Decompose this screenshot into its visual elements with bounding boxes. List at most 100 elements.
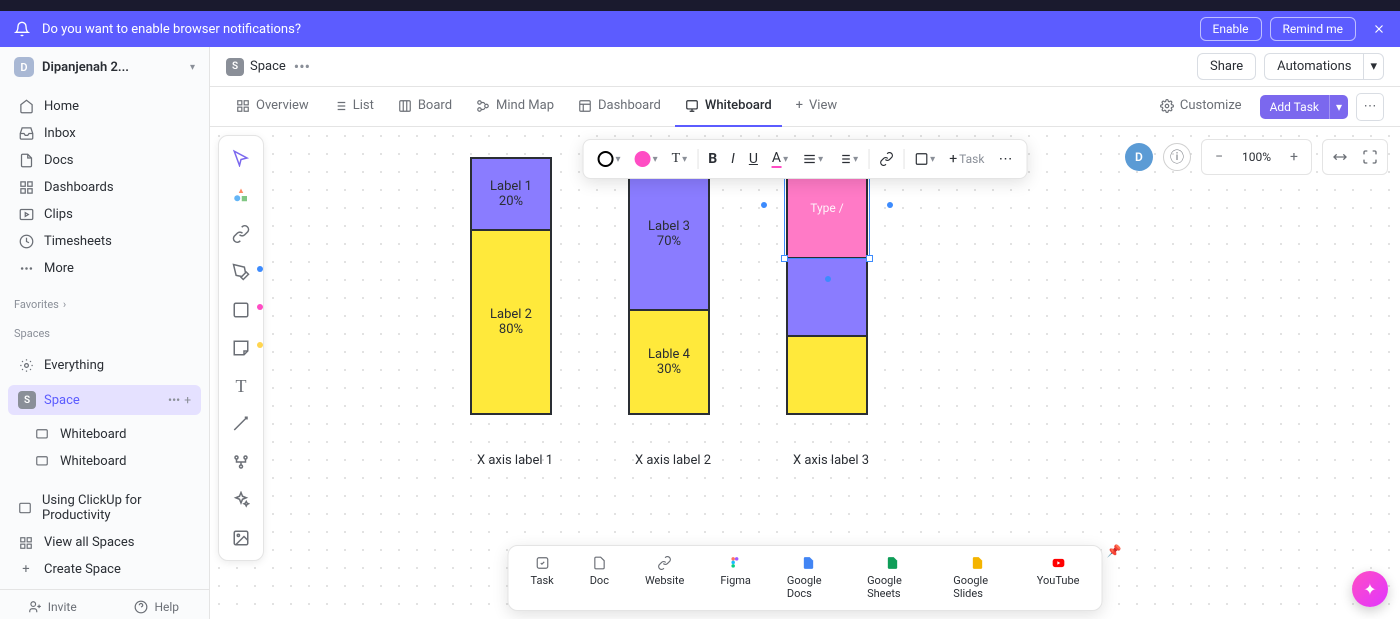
insert-label: Google Sheets (867, 574, 917, 600)
pin-icon[interactable]: 📌 (1107, 544, 1122, 558)
insert-task[interactable]: Task (513, 552, 572, 604)
sidebar-item-more[interactable]: More (8, 255, 201, 282)
bold-button[interactable]: B (702, 147, 723, 171)
tab-dashboard[interactable]: Dashboard (568, 87, 671, 127)
sidebar-item-dashboards[interactable]: Dashboards (8, 174, 201, 201)
segment-label: Lable 4 (648, 347, 690, 362)
ai-fab[interactable]: ✦ (1352, 571, 1388, 607)
frame-picker[interactable]: ▾ (908, 148, 941, 170)
breadcrumb-space[interactable]: S Space (226, 58, 286, 76)
tab-board[interactable]: Board (388, 87, 462, 127)
image-tool[interactable] (225, 522, 257, 554)
insert-doc[interactable]: Doc (572, 552, 627, 604)
chart-segment[interactable] (788, 337, 866, 413)
rectangle-tool[interactable] (225, 294, 257, 326)
pointer-tool[interactable] (225, 142, 257, 174)
invite-label: Invite (48, 600, 77, 614)
close-icon[interactable] (1372, 22, 1386, 36)
chart-segment[interactable] (788, 259, 866, 337)
sidebar-item-using-clickup[interactable]: Using ClickUp for Productivity (8, 487, 201, 529)
sidebar-item-create-space[interactable]: +Create Space (8, 556, 201, 583)
sticky-tool[interactable] (225, 332, 257, 364)
add-task-inline[interactable]: +Task (943, 147, 990, 171)
insert-googleslides[interactable]: Google Slides (935, 552, 1018, 604)
text-tool[interactable]: T (225, 370, 257, 402)
sidebar-item-view-all-spaces[interactable]: View all Spaces (8, 529, 201, 556)
chart-segment[interactable]: Label 1 20% (472, 159, 550, 231)
chart-bar-2[interactable]: Label 3 70% Lable 4 30% (628, 157, 710, 415)
whiteboard-canvas[interactable]: T ▾ ▾ T▾ B I U A▾ ▾ ▾ ▾ + (210, 127, 1400, 619)
favorites-section[interactable]: Favorites› (0, 288, 209, 317)
view-tabs: Overview List Board Mind Map Dashboard W… (210, 87, 1400, 127)
align-picker[interactable]: ▾ (796, 148, 829, 170)
insert-googledocs[interactable]: Google Docs (769, 552, 849, 604)
border-color-picker[interactable]: ▾ (592, 147, 627, 171)
line-tool[interactable] (225, 408, 257, 440)
workspace-switcher[interactable]: D Dipanjenah 2... ▾ (0, 47, 209, 87)
timesheets-icon (18, 234, 34, 249)
text-color-picker[interactable]: A▾ (766, 146, 794, 172)
automations-dropdown[interactable]: ▾ (1363, 53, 1384, 80)
chart-segment[interactable]: Label 2 80% (472, 231, 550, 413)
fill-color-picker[interactable]: ▾ (629, 147, 664, 171)
add-view-button[interactable]: +View (786, 87, 848, 127)
relations-tool[interactable] (225, 446, 257, 478)
docs-icon (18, 153, 34, 168)
insert-googlesheets[interactable]: Google Sheets (849, 552, 935, 604)
sidebar-item-docs[interactable]: Docs (8, 147, 201, 174)
enable-button[interactable]: Enable (1200, 17, 1262, 41)
tab-label: List (353, 98, 374, 113)
sidebar-item-timesheets[interactable]: Timesheets (8, 228, 201, 255)
plus-icon[interactable]: + (184, 393, 191, 407)
spaces-section: Spaces (0, 317, 209, 346)
insert-label: Figma (720, 574, 751, 587)
sidebar-item-home[interactable]: Home (8, 93, 201, 120)
text-style-picker[interactable]: T▾ (666, 147, 694, 171)
fit-width-button[interactable] (1327, 144, 1353, 170)
more-icon (18, 261, 34, 276)
chevron-down-icon: ▾ (190, 62, 195, 73)
italic-button[interactable]: I (725, 147, 741, 171)
link-button[interactable] (873, 148, 899, 170)
help-label: Help (154, 600, 179, 614)
more-icon[interactable]: ••• (168, 393, 180, 407)
fullscreen-button[interactable] (1357, 144, 1383, 170)
sidebar-item-everything[interactable]: Everything (8, 352, 201, 379)
insert-youtube[interactable]: YouTube (1019, 552, 1098, 604)
underline-button[interactable]: U (743, 147, 764, 171)
tab-whiteboard[interactable]: Whiteboard (675, 87, 782, 127)
chart-segment[interactable]: Lable 4 30% (630, 311, 708, 413)
chart-segment[interactable]: Label 3 70% (630, 159, 708, 311)
insert-figma[interactable]: Figma (702, 552, 769, 604)
remind-button[interactable]: Remind me (1270, 17, 1356, 41)
automations-button[interactable]: Automations (1264, 53, 1363, 80)
more-options-button[interactable]: ⋯ (1356, 93, 1384, 121)
zoom-out-button[interactable]: − (1206, 144, 1232, 170)
x-axis-label: X axis label 3 (776, 453, 886, 468)
share-button[interactable]: Share (1197, 53, 1256, 80)
sidebar-item-whiteboard-2[interactable]: Whiteboard (24, 448, 201, 475)
sidebar-item-space[interactable]: S Space •••+ (8, 385, 201, 415)
sidebar-item-clips[interactable]: Clips (8, 201, 201, 228)
pen-tool[interactable] (225, 256, 257, 288)
more-format-button[interactable]: ⋯ (992, 147, 1018, 171)
sidebar-item-whiteboard-1[interactable]: Whiteboard (24, 421, 201, 448)
add-task-dropdown[interactable]: ▾ (1329, 95, 1348, 119)
list-picker[interactable]: ▾ (831, 148, 864, 170)
more-icon[interactable]: ••• (294, 57, 310, 76)
sidebar-item-inbox[interactable]: Inbox (8, 120, 201, 147)
connector-tool[interactable] (225, 218, 257, 250)
avatar[interactable]: D (1125, 143, 1153, 171)
customize-button[interactable]: Customize (1150, 87, 1252, 127)
tab-overview[interactable]: Overview (226, 87, 319, 127)
tab-mindmap[interactable]: Mind Map (466, 87, 564, 127)
add-task-button[interactable]: Add Task (1260, 95, 1329, 119)
info-icon[interactable]: ⓘ (1163, 143, 1191, 171)
ai-tool[interactable] (225, 484, 257, 516)
chart-bar-1[interactable]: Label 1 20% Label 2 80% (470, 157, 552, 415)
zoom-in-button[interactable]: + (1281, 144, 1307, 170)
insert-website[interactable]: Website (627, 552, 702, 604)
tab-list[interactable]: List (323, 87, 384, 127)
home-icon (18, 99, 34, 114)
shapes-tool[interactable] (225, 180, 257, 212)
